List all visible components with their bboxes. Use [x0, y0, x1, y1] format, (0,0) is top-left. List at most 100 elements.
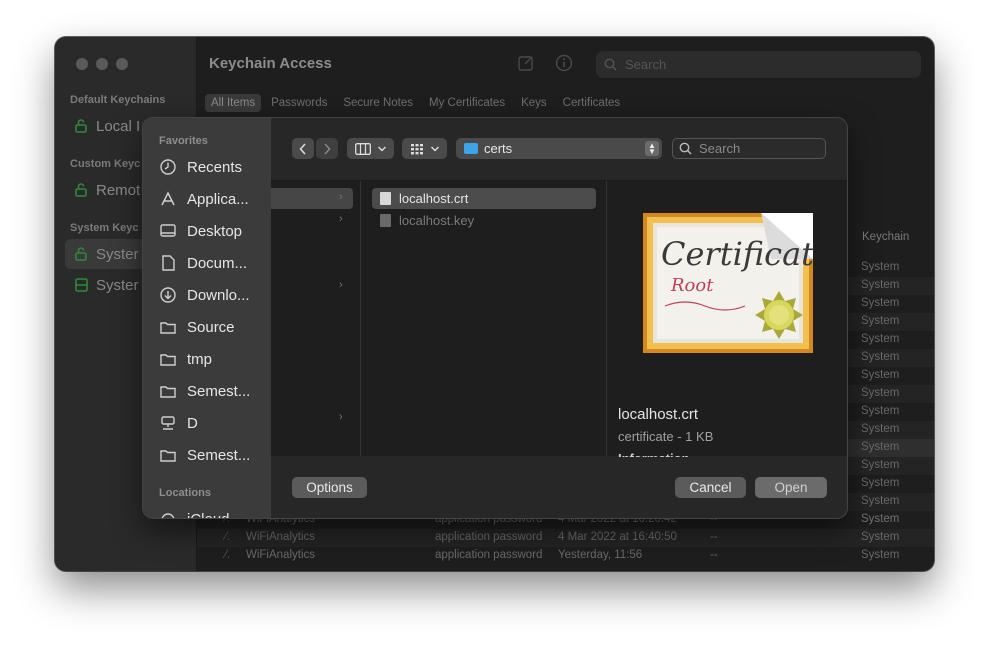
row-date: 4 Mar 2022 at 16:40:50: [558, 531, 677, 543]
favorite-item[interactable]: Source: [159, 314, 269, 340]
row-keychain: System: [861, 279, 900, 291]
location-item-icloud[interactable]: iCloud: [159, 506, 269, 518]
row-keychain: System: [861, 459, 900, 471]
keychain-column-header[interactable]: Keychain: [862, 231, 909, 243]
row-keychain: System: [861, 297, 900, 309]
certificate-file-icon: [380, 192, 391, 205]
sidebar-item-label: Syster: [96, 276, 139, 294]
file-item-crt[interactable]: localhost.crt: [372, 188, 596, 209]
search-icon: [604, 58, 617, 71]
favorite-label: Semest...: [187, 382, 251, 400]
row-keychain: System: [861, 369, 900, 381]
group-by-button[interactable]: [402, 138, 447, 159]
unlocked-lock-icon: [75, 247, 88, 261]
favorite-label: Applica...: [187, 190, 249, 208]
favorite-item[interactable]: Applica...: [159, 186, 269, 212]
row-keychain: System: [861, 549, 900, 561]
tab-all-items[interactable]: All Items: [205, 94, 262, 112]
compose-icon[interactable]: [517, 54, 535, 72]
favorite-item[interactable]: tmp: [159, 346, 269, 372]
tab-passwords[interactable]: Passwords: [265, 94, 333, 112]
row-keychain: System: [861, 387, 900, 399]
favorite-label: tmp: [187, 350, 213, 368]
favorite-label: Source: [187, 318, 235, 336]
default-keychains-header: Default Keychains: [70, 94, 166, 106]
row-keychain: System: [861, 333, 900, 345]
up-down-chevron-icon: ▲ ▼: [645, 141, 659, 156]
folder-icon: [159, 318, 177, 336]
chevron-right-icon: ›: [339, 411, 343, 423]
view-mode-button[interactable]: [347, 138, 394, 159]
favorite-item[interactable]: Recents: [159, 154, 269, 180]
search-icon: [679, 142, 692, 155]
parent-folder-column: › › › ›: [271, 181, 361, 456]
row-date: Yesterday, 11:56: [558, 549, 643, 561]
folder-icon: [159, 382, 177, 400]
grid-icon: [410, 143, 423, 154]
unlocked-lock-icon: [75, 183, 88, 197]
preview-file-name: localhost.crt: [618, 406, 699, 423]
cabinet-icon: [75, 278, 88, 292]
folder-icon: [464, 143, 478, 154]
tab-certificates[interactable]: Certificates: [557, 94, 627, 112]
locations-header: Locations: [159, 487, 211, 499]
keychain-search-field[interactable]: Search: [596, 51, 921, 78]
chevron-left-icon: [299, 142, 306, 155]
options-button[interactable]: Options: [292, 477, 367, 498]
favorite-item[interactable]: Semest...: [159, 378, 269, 404]
open-button[interactable]: Open: [755, 477, 827, 498]
preview-info-header: Information: [618, 451, 690, 457]
row-keychain: System: [861, 477, 900, 489]
cancel-button[interactable]: Cancel: [675, 477, 746, 498]
location-folder-name: certs: [484, 141, 513, 156]
row-keychain: System: [861, 423, 900, 435]
favorite-item[interactable]: Semest...: [159, 442, 269, 468]
favorite-item[interactable]: Desktop: [159, 218, 269, 244]
file-name: localhost.key: [399, 213, 475, 228]
location-popup[interactable]: certs ▲ ▼: [456, 138, 662, 159]
applications-icon: [159, 190, 177, 208]
forward-button[interactable]: [316, 138, 338, 159]
window-title: Keychain Access: [209, 55, 332, 72]
favorite-item[interactable]: D: [159, 410, 269, 436]
clock-icon: [159, 158, 177, 176]
close-window-button[interactable]: [76, 58, 88, 70]
zoom-window-button[interactable]: [116, 58, 128, 70]
table-row[interactable]: ⁄. WiFiAnalytics application password Yeste…: [197, 547, 934, 565]
chevron-down-icon: [377, 146, 386, 151]
favorite-item[interactable]: Docum...: [159, 250, 269, 276]
certificate-icon: Certificate Root: [643, 213, 815, 353]
columns-view-icon: [354, 142, 371, 155]
info-icon[interactable]: [555, 54, 573, 72]
minimize-window-button[interactable]: [96, 58, 108, 70]
chevron-right-icon: ›: [339, 213, 343, 225]
favorite-label: Desktop: [187, 222, 243, 240]
sidebar-item-label: Local I: [96, 117, 141, 135]
dialog-search-field[interactable]: Search: [672, 138, 826, 159]
favorite-item[interactable]: Downlo...: [159, 282, 269, 308]
location-label: iCloud: [187, 511, 230, 519]
tab-keys[interactable]: Keys: [515, 94, 553, 112]
folder-icon: [159, 350, 177, 368]
row-keychain: System: [861, 405, 900, 417]
back-button[interactable]: [292, 138, 314, 159]
table-row[interactable]: ⁄. WiFiAnalytics application password 4 Mar…: [197, 529, 934, 547]
key-icon: ⁄.: [225, 531, 231, 543]
row-keychain: System: [861, 513, 900, 525]
tab-secure-notes[interactable]: Secure Notes: [337, 94, 419, 112]
favorites-header: Favorites: [159, 135, 208, 147]
search-placeholder: Search: [625, 57, 667, 72]
custom-keychains-header: Custom Keyc: [70, 158, 141, 170]
sidebar-item-label: Syster: [96, 245, 139, 263]
row-kind: application password: [435, 549, 543, 561]
search-placeholder: Search: [699, 141, 741, 156]
row-keychain: System: [861, 351, 900, 363]
window-controls: [76, 58, 128, 70]
preview-file-kind: certificate - 1 KB: [618, 429, 714, 444]
unlocked-lock-icon: [75, 119, 88, 133]
dialog-sidebar: Favorites Recents Applica... Desktop Docum.…: [143, 118, 271, 518]
tab-my-certificates[interactable]: My Certificates: [423, 94, 511, 112]
row-keychain: System: [861, 441, 900, 453]
document-icon: [380, 214, 391, 227]
file-item-key[interactable]: localhost.key: [372, 210, 596, 231]
